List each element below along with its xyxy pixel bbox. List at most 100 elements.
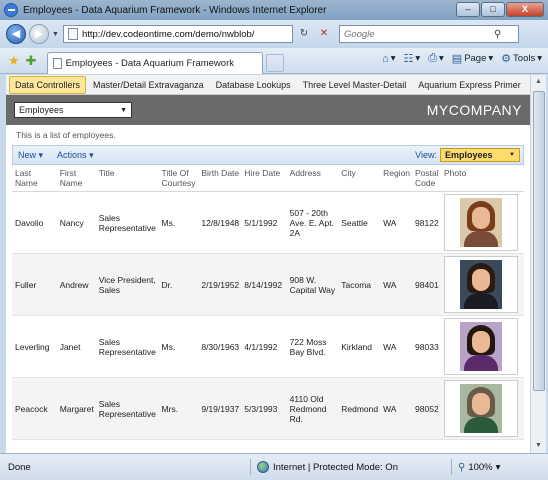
- photo-frame: [443, 318, 518, 375]
- window-titlebar: Employees - Data Aquarium Framework - Wi…: [0, 0, 548, 20]
- cell-courtesy: Dr.: [158, 253, 199, 316]
- cell-hire-date: 8/14/1992: [241, 253, 287, 316]
- stop-icon[interactable]: ✕: [315, 25, 333, 43]
- site-menu: Data Controllers Master/Detail Extravaga…: [6, 75, 530, 95]
- cell-courtesy: Ms.: [158, 315, 199, 378]
- cell-region: WA: [380, 377, 413, 440]
- ie-logo-icon: [4, 3, 18, 17]
- col-header-last-name[interactable]: Last Name: [12, 165, 57, 192]
- url-field[interactable]: [62, 25, 293, 43]
- favorites-star-icon[interactable]: ★: [8, 53, 20, 69]
- cell-postal-code: 98052: [412, 377, 441, 440]
- col-header-first-name[interactable]: First Name: [56, 165, 96, 192]
- maximize-button[interactable]: □: [481, 2, 505, 17]
- scroll-down-icon[interactable]: ▼: [531, 439, 546, 453]
- col-header-title[interactable]: Title: [95, 165, 159, 192]
- company-name: MYCOMPANY: [426, 102, 522, 118]
- table-row[interactable]: Leverling Janet Sales Representative Ms.…: [12, 315, 524, 378]
- employees-grid: Last Name First Name Title Title Of Cour…: [12, 165, 524, 453]
- cell-title: Sales Representative: [95, 377, 159, 440]
- scroll-up-icon[interactable]: ▲: [531, 75, 546, 89]
- new-tab-button[interactable]: [265, 53, 284, 72]
- status-text: Done: [8, 461, 31, 473]
- cell-first-name: Margaret: [56, 377, 96, 440]
- employee-photo: [459, 384, 502, 433]
- history-dropdown-icon[interactable]: ▼: [52, 31, 59, 38]
- print-button[interactable]: ⎙ ▾: [428, 52, 444, 65]
- scroll-thumb[interactable]: [533, 91, 545, 391]
- globe-icon: [257, 461, 269, 473]
- status-bar: Done Internet | Protected Mode: On ⚲ 100…: [0, 453, 548, 480]
- cell-birth-date: 9/19/1937: [198, 377, 242, 440]
- action-bar: New ▾ Actions ▾ View: Employees ▼: [12, 145, 524, 165]
- menu-item-master-detail[interactable]: Master/Detail Extravaganza: [88, 77, 209, 93]
- partial-row-cell: [12, 439, 524, 453]
- print-icon: ⎙: [428, 52, 437, 64]
- col-header-region[interactable]: Region: [380, 165, 413, 192]
- cell-photo: [440, 377, 524, 440]
- actions-menu-button[interactable]: Actions ▾: [57, 150, 94, 161]
- table-row[interactable]: Fuller Andrew Vice President, Sales Dr. …: [12, 253, 524, 316]
- photo-frame: [443, 380, 518, 437]
- cell-last-name[interactable]: Fuller: [12, 253, 57, 316]
- col-header-photo: Photo: [440, 165, 524, 192]
- employee-photo: [459, 322, 502, 371]
- cell-postal-code: 98401: [412, 253, 441, 316]
- page-viewport: Data Controllers Master/Detail Extravaga…: [6, 75, 530, 453]
- cell-city: Kirkland: [338, 315, 381, 378]
- menu-item-express-primer[interactable]: Aquarium Express Primer: [413, 77, 526, 93]
- minimize-button[interactable]: –: [456, 2, 480, 17]
- cell-photo: [440, 191, 524, 254]
- col-header-hire-date[interactable]: Hire Date: [241, 165, 287, 192]
- menu-item-data-controllers[interactable]: Data Controllers: [9, 75, 87, 94]
- table-row[interactable]: [12, 439, 524, 453]
- search-icon[interactable]: ⚲: [494, 29, 501, 40]
- tab-employees[interactable]: Employees - Data Aquarium Framework: [46, 51, 263, 74]
- cell-address: 4110 Old Redmond Rd.: [286, 377, 339, 440]
- cell-hire-date: 5/3/1993: [241, 377, 287, 440]
- zoom-control[interactable]: ⚲ 100% ▾: [452, 462, 500, 473]
- feeds-button[interactable]: ☷ ▾: [404, 52, 421, 65]
- cell-last-name[interactable]: Leverling: [12, 315, 57, 378]
- col-header-city[interactable]: City: [338, 165, 381, 192]
- menu-item-database-lookups[interactable]: Database Lookups: [211, 77, 296, 93]
- home-button[interactable]: ⌂ ▾: [382, 53, 395, 65]
- page-menu-button[interactable]: ▤ Page ▾: [452, 52, 493, 65]
- chevron-down-icon: ▼: [120, 106, 127, 114]
- new-menu-button[interactable]: New ▾: [18, 150, 43, 161]
- address-bar: ◀ ▶ ▼ ↻ ✕ ⚲: [0, 20, 548, 48]
- search-input[interactable]: [343, 28, 494, 40]
- col-header-birth-date[interactable]: Birth Date: [198, 165, 242, 192]
- photo-frame: [443, 194, 518, 251]
- add-favorites-icon[interactable]: ✚: [26, 53, 37, 69]
- cell-first-name: Janet: [56, 315, 96, 378]
- url-input[interactable]: [81, 28, 272, 40]
- col-header-title-of-courtesy[interactable]: Title Of Courtesy: [158, 165, 199, 192]
- table-row[interactable]: Peacock Margaret Sales Representative Mr…: [12, 377, 524, 440]
- col-header-address[interactable]: Address: [286, 165, 339, 192]
- close-button[interactable]: X: [506, 2, 544, 17]
- employee-photo: [459, 260, 502, 309]
- chevron-down-icon: ▼: [509, 152, 515, 158]
- vertical-scrollbar[interactable]: ▲ ▼: [530, 75, 546, 453]
- cell-region: WA: [380, 315, 413, 378]
- cell-address: 722 Moss Bay Blvd.: [286, 315, 339, 378]
- employee-photo: [459, 198, 502, 247]
- cell-last-name[interactable]: Davolio: [12, 191, 57, 254]
- tools-menu-button[interactable]: ⚙ Tools ▾: [501, 52, 542, 65]
- search-field[interactable]: ⚲: [338, 25, 519, 43]
- feeds-icon: ☷: [403, 53, 414, 65]
- refresh-icon[interactable]: ↻: [295, 25, 313, 43]
- security-zone[interactable]: Internet | Protected Mode: On: [251, 461, 451, 473]
- col-header-postal-code[interactable]: Postal Code: [412, 165, 441, 192]
- controller-select[interactable]: Employees ▼: [14, 102, 132, 118]
- cell-birth-date: 2/19/1952: [198, 253, 242, 316]
- menu-item-three-level[interactable]: Three Level Master-Detail: [298, 77, 412, 93]
- back-button[interactable]: ◀: [6, 24, 26, 44]
- cell-first-name: Andrew: [56, 253, 96, 316]
- forward-button[interactable]: ▶: [29, 24, 49, 44]
- view-select[interactable]: Employees ▼: [440, 148, 520, 162]
- table-row[interactable]: Davolio Nancy Sales Representative Ms. 1…: [12, 191, 524, 254]
- cell-last-name[interactable]: Peacock: [12, 377, 57, 440]
- cell-birth-date: 12/8/1948: [198, 191, 242, 254]
